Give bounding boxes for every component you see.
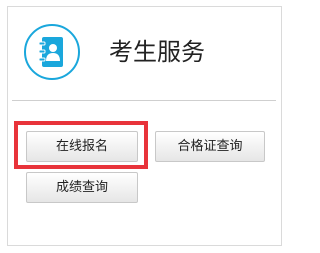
score-query-button[interactable]: 成绩查询 (26, 172, 138, 203)
online-signup-button[interactable]: 在线报名 (26, 131, 138, 162)
certificate-query-button[interactable]: 合格证查询 (155, 131, 265, 162)
panel-title: 考生服务 (109, 38, 205, 66)
contact-book-icon (24, 24, 80, 80)
divider (12, 100, 276, 101)
candidate-service-panel: 考生服务 在线报名 合格证查询 成绩查询 (7, 6, 282, 246)
